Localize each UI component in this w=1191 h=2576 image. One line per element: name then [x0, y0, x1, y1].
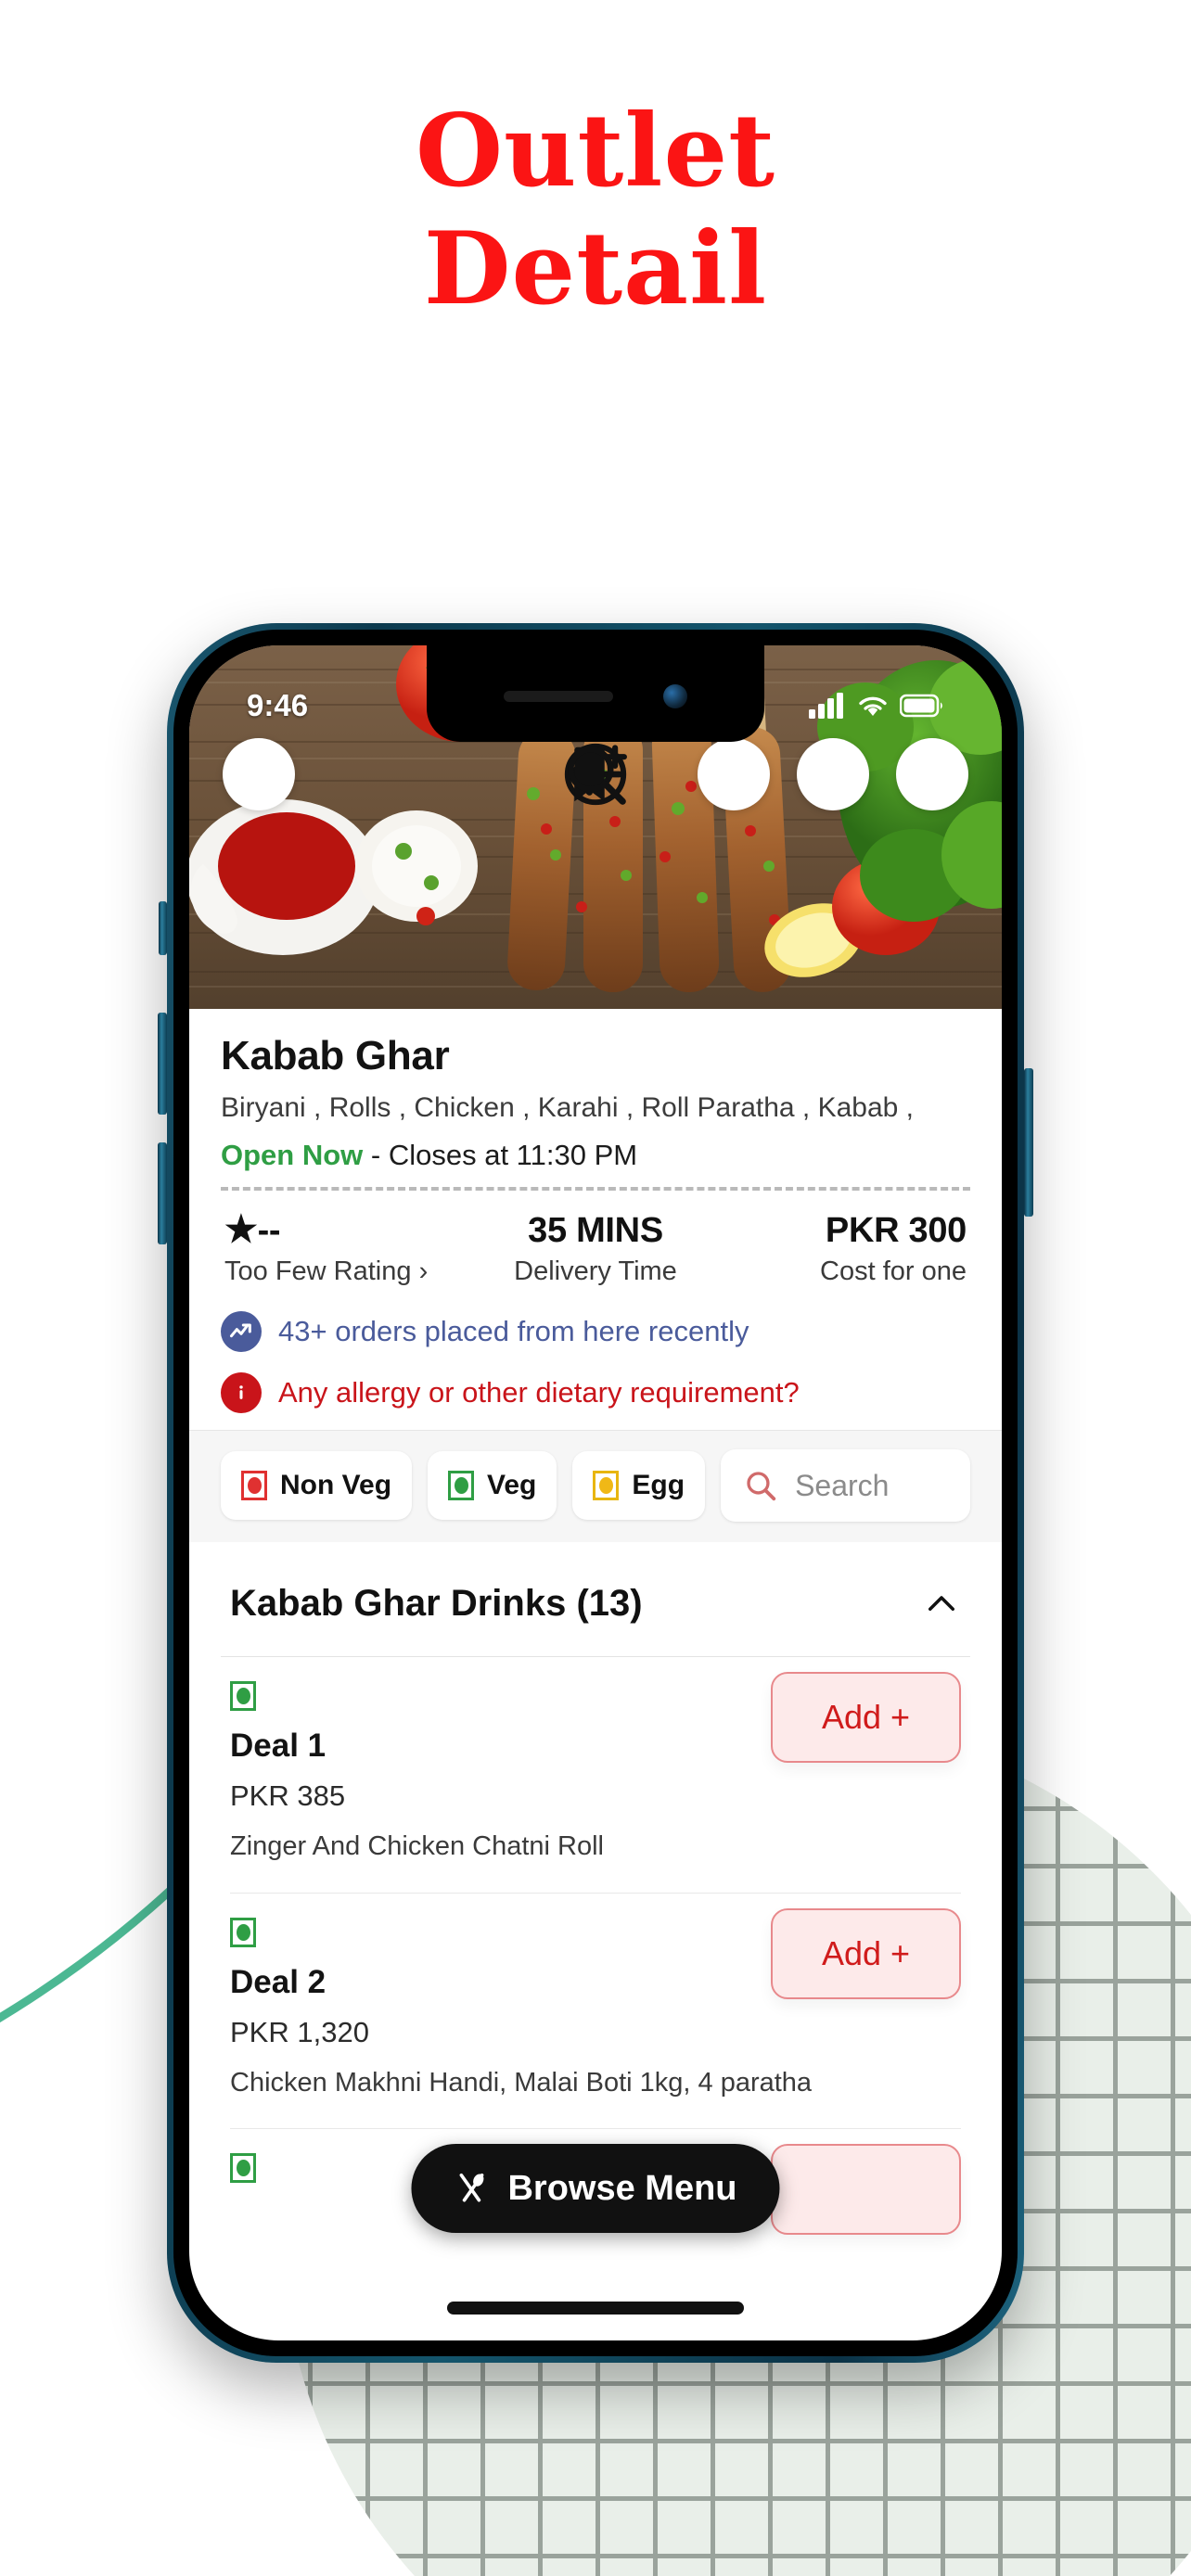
filter-chip-veg[interactable]: Veg [428, 1451, 557, 1520]
phone-bezel: 9:46 Kabab Ghar Biryani , Rolls , Chicke… [173, 630, 1018, 2356]
outlet-cuisines: Biryani , Rolls , Chicken , Karahi , Rol… [221, 1092, 915, 1123]
rating-value-row: ★-- [224, 1211, 472, 1251]
menu-item[interactable]: Deal 1 PKR 385 Zinger And Chicken Chatni… [221, 1657, 970, 1865]
egg-mark-icon [593, 1471, 620, 1500]
app-scroll-area[interactable]: Kabab Ghar Biryani , Rolls , Chicken , K… [189, 645, 1002, 2340]
outlet-hours: Open Now - Closes at 11:30 PM [221, 1139, 970, 1172]
browse-menu-button[interactable]: Browse Menu [411, 2144, 780, 2233]
outlet-name: Kabab Ghar [221, 1033, 450, 1078]
allergy-note-row[interactable]: Any allergy or other dietary requirement… [221, 1372, 970, 1413]
filter-chip-non-veg[interactable]: Non Veg [221, 1451, 413, 1520]
search-icon [747, 1472, 776, 1501]
add-item-button[interactable]: Add + [771, 1672, 961, 1763]
delivery-time-value: 35 MINS [528, 1211, 663, 1250]
veg-mark-icon [230, 1681, 256, 1711]
menu-item-description: Zinger And Chicken Chatni Roll [230, 1831, 604, 1861]
menu-section-title: Kabab Ghar Drinks (13) [230, 1583, 643, 1624]
allergy-note-text: Any allergy or other dietary requirement… [278, 1376, 800, 1409]
nonveg-mark-icon [241, 1471, 267, 1500]
rating-label: Too Few Rating [224, 1256, 412, 1286]
page-title-line-1: Outlet [415, 93, 776, 210]
open-status-badge: Open Now [221, 1139, 364, 1171]
delivery-time-stat: 35 MINS Delivery Time [472, 1211, 720, 1287]
diet-filter-bar: Non Veg Veg Egg Search [189, 1430, 1002, 1542]
menu-item[interactable]: Deal 2 PKR 1,320 Chicken Makhni Handi, M… [221, 1894, 970, 2101]
page-title-line-2: Detail [423, 210, 768, 328]
menu-search-input[interactable]: Search [721, 1449, 970, 1522]
hero-right-actions [564, 738, 968, 810]
cellular-bars-icon [809, 693, 843, 719]
filter-chip-veg-label: Veg [487, 1470, 537, 1500]
info-exclamation-icon [221, 1372, 262, 1413]
phone-screen: 9:46 Kabab Ghar Biryani , Rolls , Chicke… [189, 645, 1002, 2340]
cost-value: PKR 300 [825, 1211, 967, 1250]
cost-label: Cost for one [820, 1256, 967, 1286]
status-bar: 9:46 [189, 645, 1002, 742]
home-indicator[interactable] [447, 2302, 744, 2315]
add-item-button[interactable]: Add + [771, 1907, 961, 1999]
status-bar-indicators [809, 693, 944, 719]
menu-search-placeholder: Search [795, 1468, 890, 1502]
outlet-stats-row: ★-- Too Few Rating › 35 MINS Delivery Ti… [221, 1191, 970, 1291]
chevron-up-icon[interactable] [922, 1585, 961, 1624]
closing-time: - Closes at 11:30 PM [370, 1139, 638, 1171]
delivery-time-label: Delivery Time [514, 1256, 677, 1286]
phone-power-button[interactable] [1024, 1068, 1033, 1217]
poster-canvas: Outlet Detail 9:46 Kabab Ghar Biryani , … [0, 0, 1191, 2576]
add-item-label: Add [821, 1933, 882, 1972]
phone-mute-switch[interactable] [159, 901, 167, 955]
status-bar-time: 9:46 [247, 688, 309, 722]
phone-mockup: 9:46 Kabab Ghar Biryani , Rolls , Chicke… [158, 623, 1033, 2363]
rating-label-row: Too Few Rating › [224, 1256, 472, 1287]
battery-icon [900, 694, 942, 718]
menu-item-price: PKR 385 [230, 1779, 346, 1812]
veg-mark-icon [230, 2153, 256, 2184]
plus-icon: + [890, 1698, 911, 1736]
phone-volume-down-button[interactable] [158, 1142, 167, 1244]
veg-mark-icon [230, 1917, 256, 1947]
filter-chip-non-veg-label: Non Veg [280, 1470, 392, 1500]
hero-search-button[interactable] [568, 738, 968, 810]
star-icon: ★ [224, 1209, 258, 1250]
orders-note-row: 43+ orders placed from here recently [221, 1311, 970, 1352]
wifi-icon [859, 696, 887, 716]
browse-menu-label: Browse Menu [507, 2168, 737, 2208]
rating-value: -- [257, 1211, 281, 1250]
phone-volume-up-button[interactable] [158, 1013, 167, 1115]
rating-stat[interactable]: ★-- Too Few Rating › [224, 1211, 472, 1287]
outlet-info-sheet: Kabab Ghar Biryani , Rolls , Chicken , K… [189, 1033, 1002, 2236]
chevron-right-icon: › [418, 1256, 429, 1286]
plus-icon: + [890, 1933, 911, 1972]
filter-chip-egg[interactable]: Egg [572, 1451, 706, 1520]
add-item-button[interactable] [771, 2144, 961, 2236]
menu-item-price: PKR 1,320 [230, 2015, 369, 2048]
veg-mark-icon [448, 1471, 475, 1500]
hero-action-bar [189, 738, 1002, 810]
add-item-label: Add [821, 1698, 882, 1736]
page-title: Outlet Detail [0, 93, 1191, 329]
cutlery-icon [459, 2173, 484, 2202]
filter-chip-egg-label: Egg [632, 1470, 685, 1500]
trending-up-icon [221, 1311, 262, 1352]
cost-stat: PKR 300 Cost for one [719, 1211, 967, 1287]
orders-note-text: 43+ orders placed from here recently [278, 1315, 749, 1347]
menu-item-description: Chicken Makhni Handi, Malai Boti 1kg, 4 … [230, 2067, 813, 2098]
search-icon [568, 746, 626, 805]
menu-section-header[interactable]: Kabab Ghar Drinks (13) [221, 1542, 970, 1656]
